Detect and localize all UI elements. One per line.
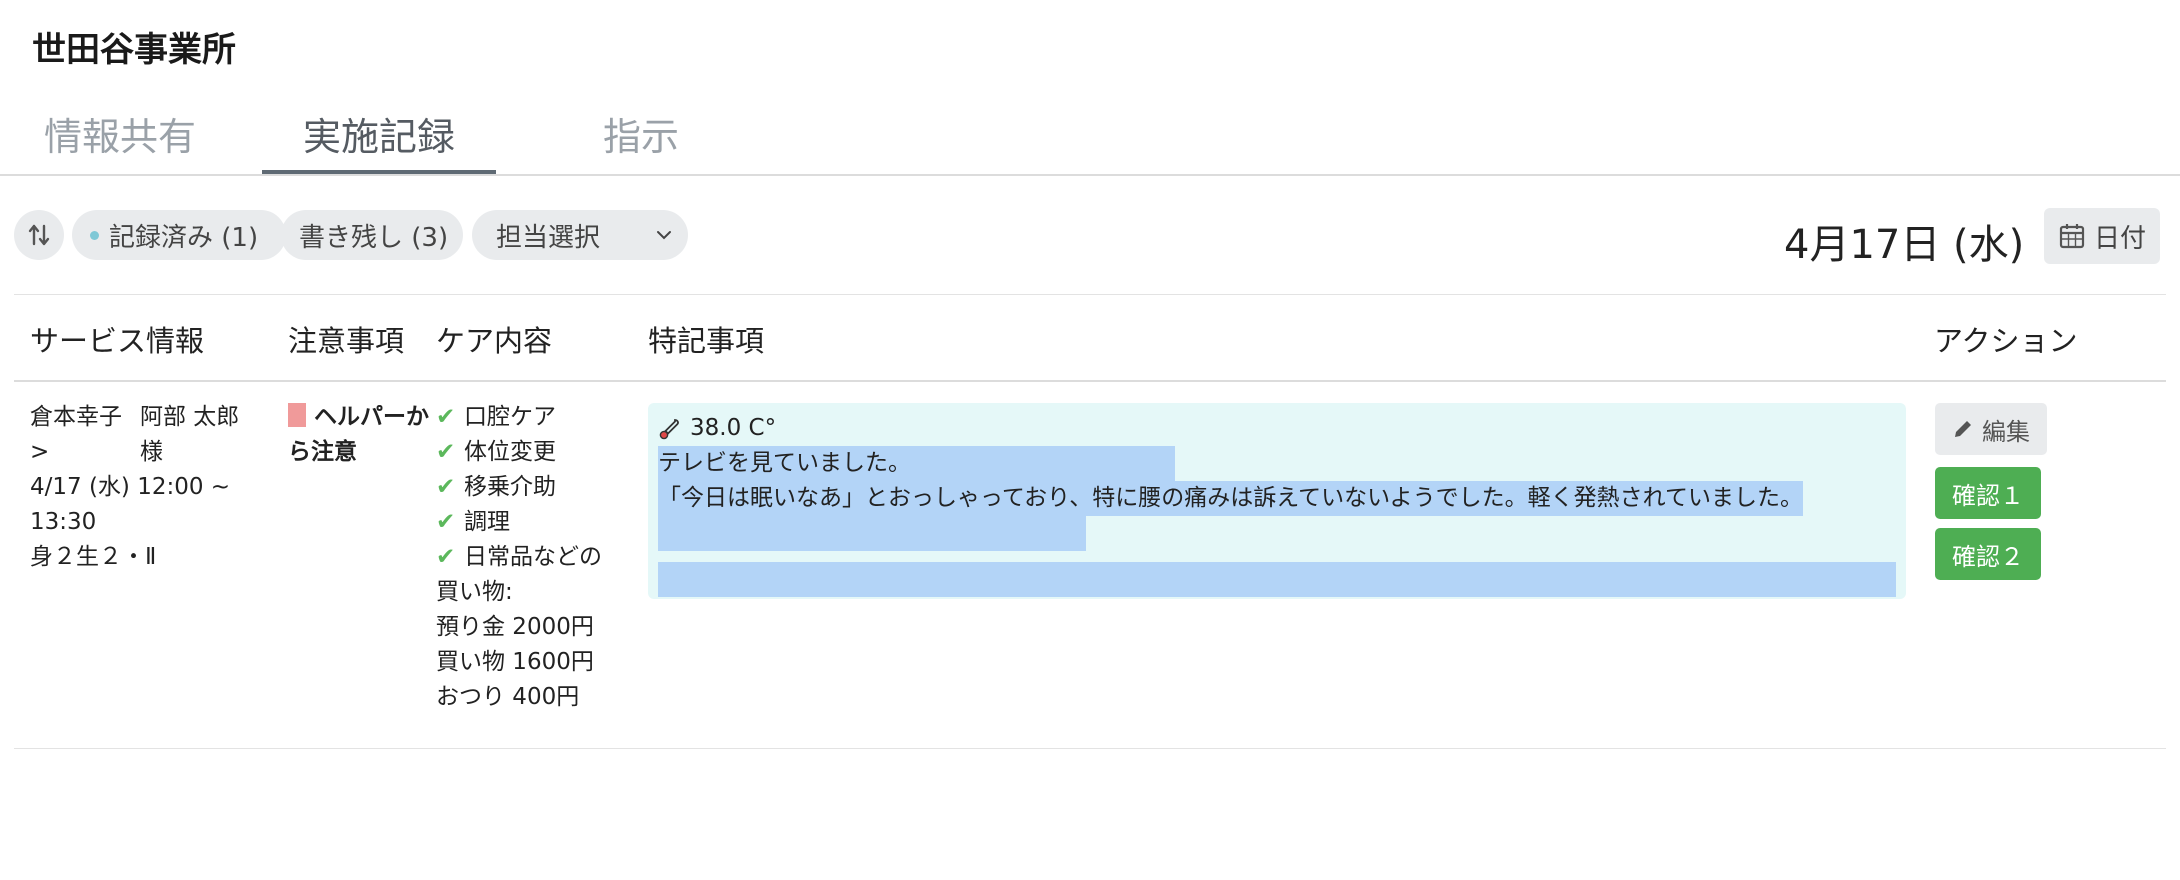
tab-records[interactable]: 実施記録 xyxy=(303,106,455,161)
notes-text: 「今日は眠いなあ」とおっしゃっており、特に腰の痛みは訴えていないようでした。軽く… xyxy=(658,481,1803,516)
staff-select[interactable]: 担当選択 xyxy=(472,210,688,260)
care-item-label: 移乗介助 xyxy=(464,474,556,500)
care-item-label: 日常品などの xyxy=(464,544,602,570)
notes-line: 「今日は眠いなあ」とおっしゃっており、特に腰の痛みは訴えていないようでした。軽く… xyxy=(658,481,1896,516)
edit-button[interactable]: 編集 xyxy=(1935,403,2047,455)
care-extra-line: 預り金 2000円 xyxy=(436,614,594,640)
edit-button-label: 編集 xyxy=(1982,417,2030,446)
selection-highlight xyxy=(658,562,1896,597)
care-item: ✔ 移乗介助 xyxy=(436,470,636,505)
confirm-2-button[interactable]: 確認２ xyxy=(1935,528,2041,580)
client-name: 阿部 太郎 様 xyxy=(140,404,240,465)
checkmark-icon: ✔ xyxy=(436,474,456,500)
service-time: 4/17 (水) 12:00 ~ 13:30 xyxy=(30,474,231,535)
care-item: ✔ 口腔ケア xyxy=(436,400,636,435)
caution-text: ヘルパーから注意 xyxy=(288,404,429,465)
current-date: 4月17日 (水) xyxy=(1784,222,2025,268)
staff-select-label: 担当選択 xyxy=(496,222,601,253)
care-item-label: 調理 xyxy=(464,509,510,535)
confirm-1-button[interactable]: 確認１ xyxy=(1935,467,2041,519)
care-item-label: 体位変更 xyxy=(464,439,556,465)
caution-marker xyxy=(288,403,306,427)
filter-recorded-pill[interactable]: 記録済み (1) xyxy=(72,210,286,260)
care-item: ✔ 調理 xyxy=(436,505,636,540)
selection-blank xyxy=(658,516,1896,562)
care-item-label: 口腔ケア xyxy=(464,404,556,430)
tab-bar: 情報共有 実施記録 指示 xyxy=(0,96,2180,176)
divider xyxy=(14,294,2166,295)
filter-recorded-label: 記録済み (1) xyxy=(109,222,259,253)
status-dot xyxy=(90,230,99,240)
filter-leftover-pill[interactable]: 書き残し (3) xyxy=(281,210,463,260)
chevron-down-icon xyxy=(657,231,671,240)
temperature-line: 38.0 C° xyxy=(658,411,1896,446)
sort-arrows-icon xyxy=(28,224,50,246)
care-extra-line: 買い物: xyxy=(436,579,513,605)
filter-leftover-label: 書き残し (3) xyxy=(299,222,449,253)
toolbar: 記録済み (1) 書き残し (3) 担当選択 4月17日 (水) 日付 xyxy=(14,208,2164,268)
header-care: ケア内容 xyxy=(436,324,553,358)
active-tab-indicator xyxy=(262,170,496,174)
care-item: ✔ 体位変更 xyxy=(436,435,636,470)
calendar-icon xyxy=(2059,224,2085,249)
office-title: 世田谷事業所 xyxy=(32,30,236,70)
table-header-divider xyxy=(14,380,2166,382)
thermometer-icon xyxy=(659,418,679,439)
special-notes-box[interactable]: 38.0 C° テレビを見ていました。 「今日は眠いなあ」とおっしゃっており、特… xyxy=(648,403,1906,599)
temperature-value: 38.0 C° xyxy=(690,415,777,441)
staff-name[interactable]: 倉本幸子 > xyxy=(30,400,140,470)
row-divider xyxy=(14,748,2166,749)
header-caution: 注意事項 xyxy=(288,324,405,358)
checkmark-icon: ✔ xyxy=(436,439,456,465)
caution-cell: ヘルパーから注意 xyxy=(288,400,436,470)
header-notes: 特記事項 xyxy=(648,324,765,358)
header-actions: アクション xyxy=(1934,324,2078,358)
care-cell: ✔ 口腔ケア ✔ 体位変更 ✔ 移乗介助 ✔ 調理 ✔ 日常品などの 買い物: 預り金 2… xyxy=(436,400,636,715)
date-button-label: 日付 xyxy=(2093,223,2146,254)
notes-text: テレビを見ていました。 xyxy=(658,446,1175,481)
care-extra-line: おつり 400円 xyxy=(436,684,580,710)
checkmark-icon: ✔ xyxy=(436,509,456,535)
care-item: ✔ 日常品などの xyxy=(436,540,636,575)
checkmark-icon: ✔ xyxy=(436,544,456,570)
notes-line: テレビを見ていました。 xyxy=(658,446,1896,481)
tab-instructions[interactable]: 指示 xyxy=(603,106,679,161)
selection-highlight xyxy=(658,516,1086,551)
service-classification: 身２生２・Ⅱ xyxy=(30,544,157,570)
header-service-info: サービス情報 xyxy=(30,324,205,358)
care-extra-line: 買い物 1600円 xyxy=(436,649,594,675)
pencil-icon xyxy=(1955,421,1971,437)
tab-info-share[interactable]: 情報共有 xyxy=(44,106,196,161)
date-picker-button[interactable]: 日付 xyxy=(2044,208,2160,264)
sort-button[interactable] xyxy=(14,210,64,260)
checkmark-icon: ✔ xyxy=(436,404,456,430)
